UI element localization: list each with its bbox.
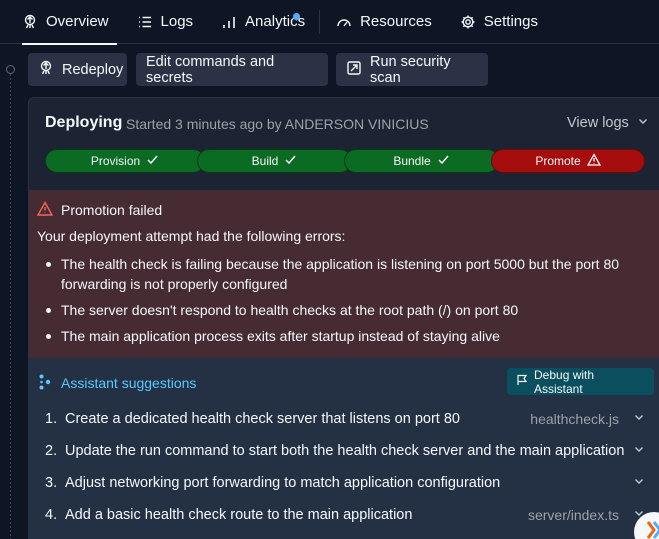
suggestion-row[interactable]: 4. Add a basic health check route to the… (45, 505, 645, 525)
chat-flag-icon (516, 374, 528, 389)
pipeline-stages: Provision Build Bundle Promote (45, 149, 645, 173)
error-item: The health check is failing because the … (37, 254, 657, 294)
chevron-down-icon[interactable] (633, 411, 645, 427)
app-logo-icon[interactable] (634, 512, 659, 539)
debug-with-assistant-button[interactable]: Debug with Assistant (507, 367, 654, 396)
edit-commands-button[interactable]: Edit commands and secrets (136, 53, 328, 86)
edit-label: Edit commands and secrets (146, 53, 275, 86)
scan-label: Run security scan (370, 53, 451, 86)
view-logs-label: View logs (567, 115, 629, 131)
stage-label: Bundle (393, 154, 431, 168)
chevron-down-icon[interactable] (633, 443, 645, 459)
assistant-title: Assistant suggestions (61, 375, 197, 391)
tab-label: Resources (360, 13, 432, 30)
suggestion-number: 1. (45, 411, 58, 427)
chevron-down-icon (637, 115, 649, 131)
redeploy-button[interactable]: Redeploy (28, 53, 127, 86)
tab-logs[interactable]: Logs (129, 0, 202, 44)
deployment-card: Deploying Started 3 minutes ago by ANDER… (28, 97, 659, 539)
stage-label: Build (251, 154, 279, 168)
tab-resources[interactable]: Resources (328, 0, 440, 44)
deploy-rocket-icon (22, 14, 38, 30)
tab-overview[interactable]: Overview (14, 0, 117, 45)
tab-analytics[interactable]: Analytics (213, 0, 313, 44)
suggestion-row[interactable]: 1. Create a dedicated health check serve… (45, 409, 645, 429)
stage-provision[interactable]: Provision (45, 149, 205, 173)
list-icon (137, 14, 153, 30)
bar-chart-icon (221, 14, 237, 30)
warning-icon (586, 153, 601, 169)
notification-dot (293, 12, 301, 20)
shield-scan-icon (346, 60, 362, 80)
suggestion-text: Add a basic health check route to the ma… (65, 507, 413, 523)
suggestion-file: server/index.ts (527, 507, 619, 523)
debug-label: Debug with Assistant (534, 367, 595, 396)
stage-promote[interactable]: Promote (491, 149, 645, 173)
check-icon (146, 153, 159, 169)
suggestion-text: Update the run command to start both the… (65, 443, 625, 459)
check-icon (437, 153, 450, 169)
chevron-down-icon[interactable] (633, 475, 645, 491)
warning-icon (36, 201, 54, 221)
tab-bar: Overview Logs Analytics Resources Settin… (0, 0, 659, 45)
gear-icon (460, 14, 476, 30)
suggestion-number: 3. (45, 475, 58, 491)
stage-build[interactable]: Build (197, 149, 352, 173)
stage-label: Provision (90, 154, 141, 168)
suggestion-row[interactable]: 3. Adjust networking port forwarding to … (45, 473, 645, 493)
error-title: Promotion failed (61, 202, 163, 218)
stage-bundle[interactable]: Bundle (344, 149, 499, 173)
tab-label: Overview (46, 13, 109, 30)
error-item: The main application process exits after… (37, 326, 657, 346)
security-scan-button[interactable]: Run security scan (336, 53, 488, 86)
suggestion-number: 4. (45, 507, 58, 523)
suggestion-number: 2. (45, 443, 58, 459)
error-list: The health check is failing because the … (37, 254, 657, 352)
deploy-rocket-icon (38, 60, 54, 80)
check-icon (284, 153, 297, 169)
suggestion-file: healthcheck.js (530, 411, 619, 427)
tab-label: Logs (160, 13, 194, 30)
gauge-icon (336, 14, 352, 30)
suggestion-row[interactable]: 2. Update the run command to start both … (45, 441, 645, 461)
deployment-subtitle: Started 3 minutes ago by ANDERSON VINICI… (126, 116, 429, 132)
tab-settings[interactable]: Settings (452, 0, 546, 44)
stage-label: Promote (535, 154, 581, 168)
deployment-status: Deploying (45, 114, 123, 131)
timeline-node (6, 65, 15, 74)
suggestion-text: Adjust networking port forwarding to mat… (65, 475, 501, 491)
redeploy-label: Redeploy (62, 61, 124, 78)
timeline-rail (10, 70, 11, 539)
assistant-icon (39, 374, 51, 395)
tab-divider (319, 9, 321, 34)
error-item: The server doesn't respond to health che… (37, 300, 657, 320)
suggestion-text: Create a dedicated health check server t… (65, 411, 460, 427)
error-intro: Your deployment attempt had the followin… (37, 228, 346, 244)
view-logs-button[interactable]: View logs (567, 115, 649, 131)
tab-label: Settings (483, 13, 538, 30)
